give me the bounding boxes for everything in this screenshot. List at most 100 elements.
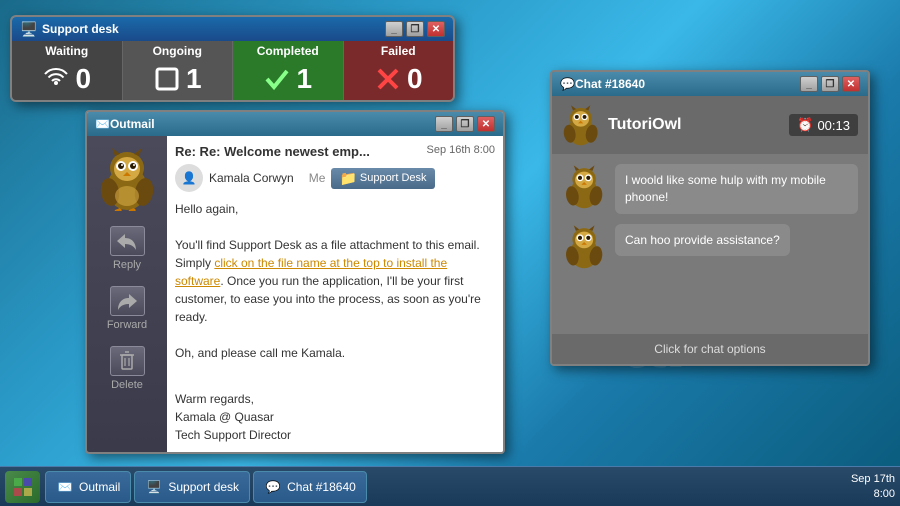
- email-label-text: Support Desk: [360, 172, 427, 184]
- chat-icon: 💬: [560, 77, 575, 91]
- chat-msg-text-2: Can hoo provide assistance?: [625, 233, 780, 247]
- reply-icon: [110, 226, 145, 256]
- chat-msg-owl-1: [562, 164, 607, 209]
- email-from-row: 👤 Kamala Corwyn Me 📁 Support Desk: [175, 164, 495, 192]
- outmail-title: Outmail: [110, 117, 155, 131]
- x-icon: [374, 65, 402, 93]
- email-subject: Re: Re: Welcome newest emp...: [175, 144, 370, 159]
- email-sig2: Tech Support Director: [175, 426, 495, 444]
- chat-footer-text: Click for chat options: [654, 342, 765, 356]
- waiting-label: Waiting: [12, 41, 123, 58]
- taskbar-outmail-label: Outmail: [79, 480, 120, 494]
- taskbar-outmail[interactable]: ✉️ Outmail: [45, 471, 131, 503]
- taskbar-chat-label: Chat #18640: [287, 480, 356, 494]
- failed-value: 0: [407, 63, 423, 95]
- outmail-titlebar: ✉️ Outmail _ ❐ ✕: [87, 112, 503, 136]
- start-button[interactable]: [5, 471, 40, 503]
- sender-name: Kamala Corwyn: [209, 171, 294, 185]
- email-label-badge: 📁 Support Desk: [331, 168, 434, 189]
- email-date: Sep 16th 8:00: [426, 144, 495, 156]
- completed-value: 1: [296, 63, 312, 95]
- outmail-window: ✉️ Outmail _ ❐ ✕: [85, 110, 505, 454]
- email-paragraph-1: You'll find Support Desk as a file attac…: [175, 236, 495, 326]
- forward-action[interactable]: Forward: [107, 286, 147, 331]
- delete-action[interactable]: Delete: [110, 346, 145, 391]
- chat-minimize-button[interactable]: _: [800, 76, 818, 92]
- taskbar-chat-icon: 💬: [264, 478, 282, 496]
- support-desk-window: 🖥️ Support desk _ ❐ ✕ Waiting Ongoing Co…: [10, 15, 455, 102]
- sidebar-owl-avatar: [100, 146, 155, 211]
- support-desk-title: Support desk: [42, 22, 119, 36]
- checkmark-icon: [263, 65, 291, 93]
- stats-numbers-row: 0 1 1 0: [12, 58, 453, 100]
- reply-action[interactable]: Reply: [110, 226, 145, 271]
- chat-agent-info: TutoriOwl: [562, 104, 681, 146]
- email-content: Re: Re: Welcome newest emp... Sep 16th 8…: [167, 136, 503, 452]
- sender-avatar: 👤: [175, 164, 203, 192]
- chat-message-1: I woold like some hulp with my mobile ph…: [562, 164, 858, 214]
- chat-msg-text-1: I woold like some hulp with my mobile ph…: [625, 173, 826, 204]
- email-me: Me: [309, 171, 326, 185]
- chat-agent-name: TutoriOwl: [608, 116, 681, 134]
- restore-button[interactable]: ❐: [406, 21, 424, 37]
- email-paragraph-2: Oh, and please call me Kamala.: [175, 344, 495, 362]
- chat-bubble-1: I woold like some hulp with my mobile ph…: [615, 164, 858, 214]
- chat-window: 💬 Chat #18640 _ ❐ ✕ T: [550, 70, 870, 366]
- chat-timer-value: 00:13: [817, 118, 850, 133]
- wifi-icon: [42, 65, 70, 93]
- chat-messages: I woold like some hulp with my mobile ph…: [552, 154, 868, 334]
- minimize-button[interactable]: _: [385, 21, 403, 37]
- outmail-body: Reply Forward: [87, 136, 503, 452]
- chat-footer[interactable]: Click for chat options: [552, 334, 868, 364]
- close-button[interactable]: ✕: [427, 21, 445, 37]
- taskbar-support-icon: 🖥️: [145, 478, 163, 496]
- email-p2-text: . Once you run the application, I'll be …: [175, 274, 481, 324]
- chat-title: Chat #18640: [575, 77, 645, 91]
- delete-icon: [110, 346, 145, 376]
- outmail-minimize-button[interactable]: _: [435, 116, 453, 132]
- outmail-restore-button[interactable]: ❐: [456, 116, 474, 132]
- support-desk-controls: _ ❐ ✕: [385, 21, 445, 37]
- clock-icon: ⏰: [797, 117, 813, 133]
- outmail-close-button[interactable]: ✕: [477, 116, 495, 132]
- chat-close-button[interactable]: ✕: [842, 76, 860, 92]
- email-greeting: Hello again,: [175, 200, 495, 218]
- email-cc: [300, 172, 303, 184]
- chat-msg-owl-2: [562, 224, 607, 269]
- taskbar-time: 8:00: [851, 487, 895, 501]
- completed-stat: 1: [233, 58, 344, 100]
- failed-label: Failed: [344, 41, 454, 58]
- chat-controls: _ ❐ ✕: [800, 76, 860, 92]
- support-desk-icon: 🖥️: [20, 21, 36, 37]
- email-header: Re: Re: Welcome newest emp... Sep 16th 8…: [175, 144, 495, 159]
- support-desk-titlebar: 🖥️ Support desk _ ❐ ✕: [12, 17, 453, 41]
- taskbar-outmail-icon: ✉️: [56, 478, 74, 496]
- email-sig1: Kamala @ Quasar: [175, 408, 495, 426]
- chat-restore-button[interactable]: ❐: [821, 76, 839, 92]
- outmail-sidebar: Reply Forward: [87, 136, 167, 452]
- ongoing-stat: 1: [123, 58, 234, 100]
- chat-owl-icon: [562, 104, 600, 146]
- chat-timer: ⏰ 00:13: [789, 114, 858, 136]
- taskbar-date: Sep 17th: [851, 472, 895, 486]
- chat-message-2: Can hoo provide assistance?: [562, 224, 858, 269]
- completed-label: Completed: [233, 41, 344, 58]
- taskbar-chat[interactable]: 💬 Chat #18640: [253, 471, 367, 503]
- outmail-controls: _ ❐ ✕: [435, 116, 495, 132]
- taskbar-support-label: Support desk: [168, 480, 239, 494]
- chat-bubble-2: Can hoo provide assistance?: [615, 224, 790, 257]
- taskbar-clock: Sep 17th 8:00: [851, 472, 895, 501]
- reply-label: Reply: [113, 259, 141, 271]
- delete-label: Delete: [111, 379, 143, 391]
- chat-header: TutoriOwl ⏰ 00:13: [552, 96, 868, 154]
- forward-label: Forward: [107, 319, 147, 331]
- square-icon: [153, 65, 181, 93]
- stats-labels-row: Waiting Ongoing Completed Failed: [12, 41, 453, 58]
- ongoing-label: Ongoing: [123, 41, 234, 58]
- taskbar-support-desk[interactable]: 🖥️ Support desk: [134, 471, 250, 503]
- chat-titlebar: 💬 Chat #18640 _ ❐ ✕: [552, 72, 868, 96]
- waiting-stat: 0: [12, 58, 123, 100]
- failed-stat: 0: [344, 58, 454, 100]
- taskbar: ✉️ Outmail 🖥️ Support desk 💬 Chat #18640…: [0, 466, 900, 506]
- forward-icon: [110, 286, 145, 316]
